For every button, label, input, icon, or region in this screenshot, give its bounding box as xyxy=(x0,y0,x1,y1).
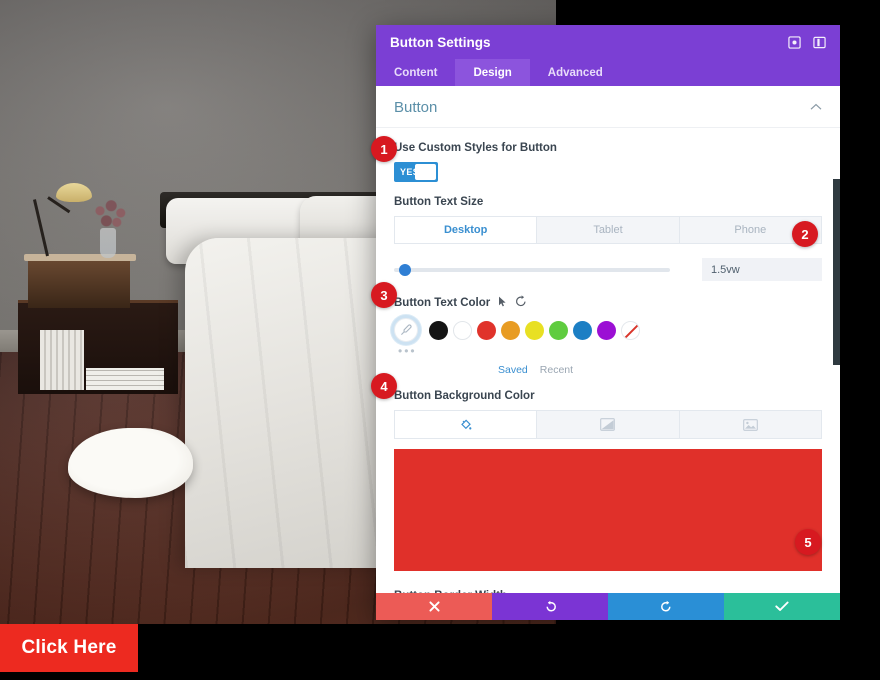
callout-badge-1: 1 xyxy=(371,136,397,162)
field-button-text-color: Button Text Color ••• Saved Recent xyxy=(376,281,840,376)
modal-action-bar xyxy=(376,593,840,620)
device-tab-tablet[interactable]: Tablet xyxy=(537,217,680,243)
callout-badge-2: 2 xyxy=(792,221,818,247)
cursor-icon xyxy=(498,296,507,310)
callout-badge-4: 4 xyxy=(371,373,397,399)
tab-advanced[interactable]: Advanced xyxy=(530,59,621,86)
swatch-none[interactable] xyxy=(621,320,640,340)
paint-bucket-icon[interactable] xyxy=(395,411,538,438)
text-size-slider-knob[interactable] xyxy=(399,263,412,276)
field-button-text-size: Button Text Size Desktop Tablet Phone 1.… xyxy=(376,182,840,281)
swatch-red[interactable] xyxy=(477,320,496,340)
cta-label: Click Here xyxy=(21,637,117,658)
image-icon[interactable] xyxy=(679,411,821,438)
border-width-label: Button Border Width xyxy=(394,590,822,593)
swatch-black[interactable] xyxy=(429,320,448,340)
tab-content[interactable]: Content xyxy=(376,59,455,86)
fullscreen-icon[interactable] xyxy=(787,35,801,49)
gradient-icon[interactable] xyxy=(537,411,680,438)
custom-styles-label: Use Custom Styles for Button xyxy=(394,142,557,154)
text-size-slider[interactable] xyxy=(394,263,670,276)
modal-scrollbar[interactable] xyxy=(833,179,840,365)
eyedropper-swatch[interactable] xyxy=(394,318,418,342)
section-header-button[interactable]: Button xyxy=(376,86,840,128)
section-title: Button xyxy=(394,99,438,116)
swatch-yellow[interactable] xyxy=(525,320,544,340)
callout-3-number: 3 xyxy=(380,287,388,303)
nightstand-top xyxy=(24,254,136,261)
swatch-orange[interactable] xyxy=(501,320,520,340)
modal-header-icons xyxy=(787,35,826,49)
sheepskin-rug xyxy=(68,428,193,498)
swatch-purple[interactable] xyxy=(597,320,616,340)
reset-icon[interactable] xyxy=(515,295,527,310)
callout-4-number: 4 xyxy=(380,378,388,394)
text-size-device-tabs: Desktop Tablet Phone xyxy=(394,216,822,244)
text-size-label: Button Text Size xyxy=(394,196,484,208)
redo-button[interactable] xyxy=(608,593,724,620)
save-button[interactable] xyxy=(724,593,840,620)
stacked-books xyxy=(86,368,164,390)
field-custom-styles: Use Custom Styles for Button YES xyxy=(376,128,840,182)
background-color-preview[interactable] xyxy=(394,449,822,571)
swatch-blue[interactable] xyxy=(573,320,592,340)
field-button-border-width: Button Border Width 0px xyxy=(376,571,840,593)
cancel-button[interactable] xyxy=(376,593,492,620)
text-color-label-text: Button Text Color xyxy=(394,296,491,309)
callout-1-number: 1 xyxy=(380,141,388,157)
text-size-value[interactable]: 1.5vw xyxy=(702,258,822,281)
modal-tab-bar: Content Design Advanced xyxy=(376,59,840,86)
text-size-slider-row: 1.5vw xyxy=(394,258,822,281)
modal-body: Button Use Custom Styles for Button YES … xyxy=(376,86,840,593)
palette-overflow-dots[interactable]: ••• xyxy=(394,344,822,358)
text-color-palette xyxy=(394,318,822,342)
custom-styles-toggle[interactable]: YES xyxy=(394,162,438,182)
device-tab-desktop[interactable]: Desktop xyxy=(395,217,538,243)
lamp-shade xyxy=(56,183,92,202)
link-recent[interactable]: Recent xyxy=(540,364,573,376)
palette-links: Saved Recent xyxy=(394,364,822,376)
button-settings-modal: Button Settings Content Design Advanced … xyxy=(376,25,840,620)
screenshot-canvas: Click Here Button Settings Content Desig… xyxy=(0,0,880,693)
swatch-green[interactable] xyxy=(549,320,568,340)
radiator xyxy=(40,330,84,390)
swatch-white[interactable] xyxy=(453,320,472,340)
modal-header: Button Settings xyxy=(376,25,840,59)
undo-button[interactable] xyxy=(492,593,608,620)
callout-2-number: 2 xyxy=(801,226,809,242)
link-saved[interactable]: Saved xyxy=(498,364,528,376)
modal-title: Button Settings xyxy=(390,34,491,50)
glass-vase xyxy=(100,228,116,258)
toggle-knob xyxy=(415,164,436,180)
tab-design[interactable]: Design xyxy=(455,59,530,86)
text-color-label: Button Text Color xyxy=(394,295,822,310)
background-type-tabs xyxy=(394,410,822,439)
layout-panel-icon[interactable] xyxy=(812,35,826,49)
field-button-background-color: Button Background Color xyxy=(376,376,840,439)
callout-5-number: 5 xyxy=(804,534,812,550)
callout-badge-5: 5 xyxy=(795,529,821,555)
cta-click-here-button[interactable]: Click Here xyxy=(0,624,138,672)
chevron-up-icon[interactable] xyxy=(810,102,822,114)
background-color-label: Button Background Color xyxy=(394,390,535,402)
callout-badge-3: 3 xyxy=(371,282,397,308)
nightstand xyxy=(28,258,130,308)
